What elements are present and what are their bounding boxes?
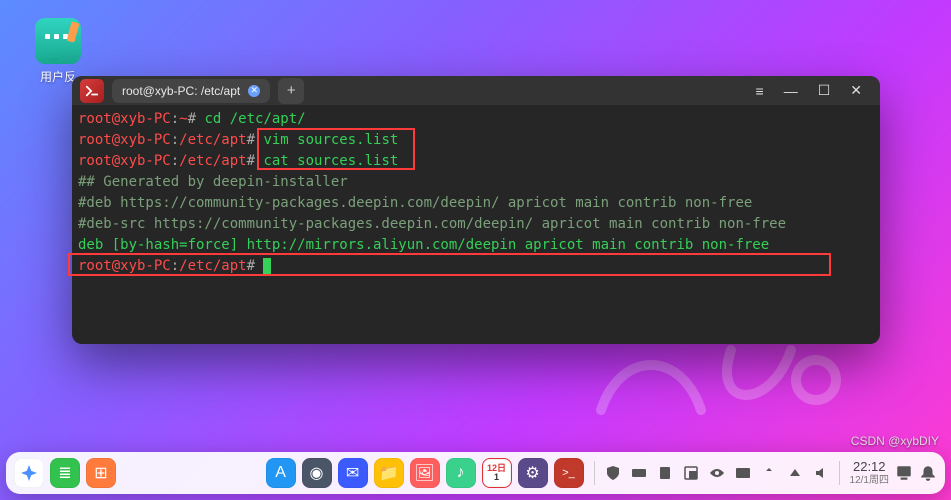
titlebar: root@xyb-PC: /etc/apt ✕ + ≡ — ☐ ✕	[72, 76, 880, 105]
prompt-host: root@xyb-PC	[78, 111, 171, 127]
output-line: #deb https://community-packages.deepin.c…	[78, 195, 752, 211]
tray-screenshot-icon[interactable]	[683, 465, 699, 481]
watermark: CSDN @xybDIY	[851, 434, 939, 448]
dock-desktop-button[interactable]	[895, 464, 913, 482]
terminal-window: root@xyb-PC: /etc/apt ✕ + ≡ — ☐ ✕ root@x…	[72, 76, 880, 344]
tray-eye-icon[interactable]	[709, 465, 725, 481]
feedback-icon	[35, 18, 81, 64]
desktop-icon-label: 用户反	[40, 68, 76, 85]
dock-separator	[594, 461, 595, 485]
tray-usb-icon[interactable]	[761, 465, 777, 481]
dock-grid[interactable]: ⊞	[86, 458, 116, 488]
dock-clock[interactable]: 22:12 12/1周四	[850, 460, 889, 485]
maximize-button[interactable]: ☐	[818, 82, 831, 99]
dock-app-store[interactable]: A	[266, 458, 296, 488]
tab-active[interactable]: root@xyb-PC: /etc/apt ✕	[112, 79, 270, 103]
terminal-cursor	[263, 258, 271, 274]
dock-notifications-button[interactable]	[919, 464, 937, 482]
clock-date: 12/1周四	[850, 475, 889, 486]
tray-clipboard-icon[interactable]	[657, 465, 673, 481]
tray-network-icon[interactable]	[787, 465, 803, 481]
dock-files[interactable]: 📁	[374, 458, 404, 488]
tab-close-icon[interactable]: ✕	[248, 85, 260, 97]
dock-multitask[interactable]: ≣	[50, 458, 80, 488]
minimize-button[interactable]: —	[784, 83, 798, 99]
dock-music[interactable]: ♪	[446, 458, 476, 488]
dock-photos[interactable]: 🖼	[410, 458, 440, 488]
close-button[interactable]: ✕	[850, 82, 862, 99]
output-line: #deb-src https://community-packages.deep…	[78, 216, 786, 232]
system-tray	[605, 465, 829, 481]
tray-shield-icon[interactable]	[605, 465, 621, 481]
dock-settings[interactable]: ⚙	[518, 458, 548, 488]
output-line: deb [by-hash=force] http://mirrors.aliyu…	[78, 237, 769, 253]
dock-browser[interactable]: ◉	[302, 458, 332, 488]
output-line: ## Generated by deepin-installer	[78, 174, 348, 190]
hamburger-menu-button[interactable]: ≡	[756, 83, 764, 99]
tray-keyboard-icon[interactable]	[631, 465, 647, 481]
desktop-icon-feedback[interactable]: 用户反	[30, 18, 86, 85]
terminal-body[interactable]: root@xyb-PC:~# cd /etc/apt/ root@xyb-PC:…	[72, 105, 880, 344]
dock-terminal[interactable]: >_	[554, 458, 584, 488]
dock-mail[interactable]: ✉	[338, 458, 368, 488]
new-tab-button[interactable]: +	[278, 78, 304, 104]
dock-separator	[839, 461, 840, 485]
tab-title: root@xyb-PC: /etc/apt	[122, 84, 240, 98]
dock: ≣ ⊞ A ◉ ✉ 📁 🖼 ♪ 12日 1 ⚙ >_ 22:12 12/1周四	[6, 452, 945, 494]
dock-launcher[interactable]	[14, 458, 44, 488]
terminal-app-icon	[80, 79, 104, 103]
tray-volume-icon[interactable]	[813, 465, 829, 481]
tray-onboard-icon[interactable]	[735, 465, 751, 481]
dock-calendar[interactable]: 12日 1	[482, 458, 512, 488]
clock-time: 22:12	[850, 460, 889, 474]
